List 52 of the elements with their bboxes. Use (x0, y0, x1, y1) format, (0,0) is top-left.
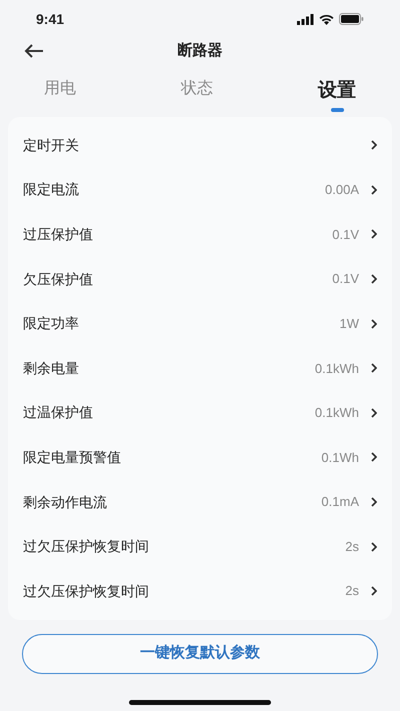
row-label: 定时开关 (23, 136, 79, 155)
status-time: 9:41 (36, 10, 64, 28)
chevron-right-icon (371, 140, 377, 150)
page-title: 断路器 (178, 40, 222, 61)
row-value: 0.1kWh (314, 404, 359, 422)
settings-row[interactable]: 限定功率 1W (8, 301, 392, 346)
settings-row[interactable]: 限定电量预警值 0.1Wh (8, 435, 392, 480)
back-arrow-icon[interactable] (24, 44, 44, 58)
chevron-right-icon (371, 274, 377, 284)
settings-row[interactable]: 剩余动作电流 0.1mA (8, 480, 392, 524)
row-label: 剩余电量 (23, 358, 79, 378)
battery-icon (339, 13, 364, 25)
chevron-right-icon (371, 452, 377, 462)
row-label: 过温保护值 (23, 403, 93, 422)
tab-indicator (330, 108, 344, 112)
row-value: 0.1Wh (321, 448, 359, 467)
reset-defaults-button[interactable]: 一键恢复默认参数 (22, 634, 378, 674)
settings-row[interactable]: 过欠压保护恢复时间 2s (8, 568, 392, 614)
row-value: 1W (340, 314, 359, 333)
chevron-right-icon (371, 542, 377, 552)
chevron-right-icon (371, 318, 377, 329)
row-value: 0.1V (332, 226, 359, 244)
row-label: 剩余动作电流 (23, 492, 107, 512)
settings-row[interactable]: 剩余电量 0.1kWh (8, 346, 392, 391)
row-label: 限定功率 (23, 314, 79, 334)
row-value: 2s (345, 538, 359, 556)
settings-row[interactable]: 过温保护值 0.1kWh (8, 390, 392, 436)
wifi-icon (319, 14, 334, 24)
chevron-right-icon (371, 408, 377, 418)
row-label: 过欠压保护恢复时间 (23, 537, 149, 556)
chevron-right-icon (371, 363, 377, 374)
settings-row[interactable]: 过欠压保护恢复时间 2s (8, 524, 392, 569)
chevron-right-icon (371, 184, 377, 195)
row-label: 限定电流 (23, 180, 79, 200)
settings-row[interactable]: 过压保护值 0.1V (8, 212, 392, 257)
settings-row[interactable]: 欠压保护值 0.1V (8, 256, 392, 302)
row-label: 过欠压保护恢复时间 (23, 582, 149, 601)
row-value: 2s (345, 582, 359, 600)
chevron-right-icon (371, 586, 377, 596)
chevron-right-icon (371, 229, 377, 240)
tab[interactable]: 设置 (318, 77, 356, 117)
chevron-right-icon (371, 497, 377, 508)
row-label: 过压保护值 (23, 224, 93, 244)
row-label: 欠压保护值 (23, 270, 93, 289)
row-value: 0.00A (325, 181, 359, 200)
row-value: 0.1mA (321, 493, 359, 512)
settings-row[interactable]: 定时开关 (8, 123, 392, 168)
row-value: 0.1kWh (314, 360, 359, 378)
settings-row[interactable]: 限定电流 0.00A (8, 168, 392, 212)
row-value: 0.1V (332, 270, 359, 288)
row-label: 限定电量预警值 (23, 448, 121, 467)
signal-icon (297, 14, 314, 24)
